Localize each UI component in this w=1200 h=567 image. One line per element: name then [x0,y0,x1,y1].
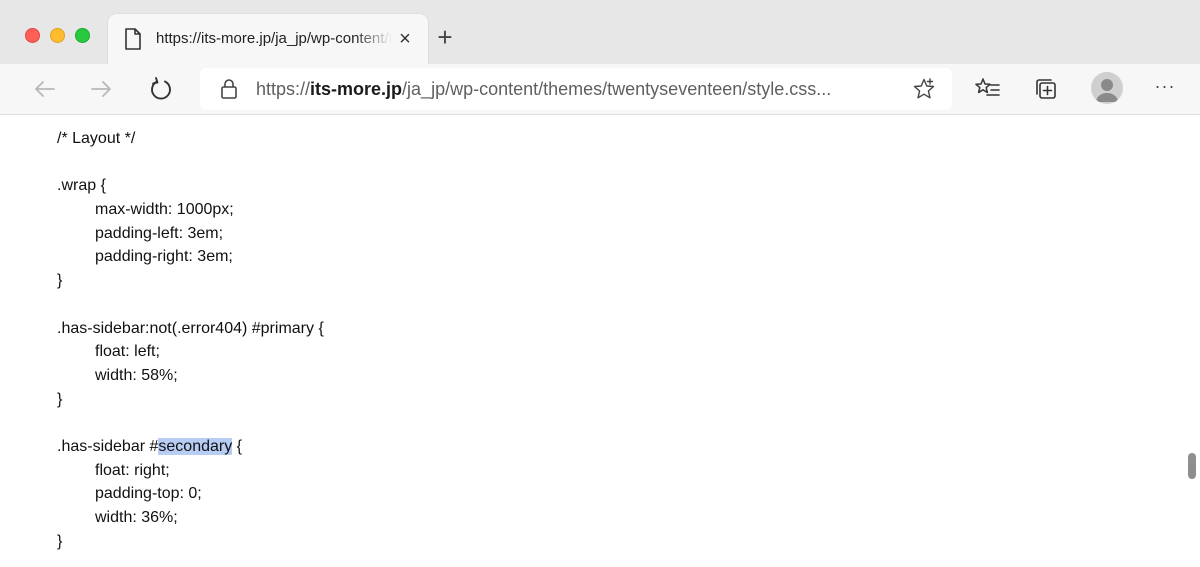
code-line: } [57,390,63,408]
code-line: padding-top: 0; [95,485,202,503]
code-line: } [57,272,63,290]
forward-arrow-icon [91,81,111,97]
tab-title: https://its-more.jp/ja_jp/wp-content/the… [156,30,392,47]
code-line: } [57,532,63,550]
code-line: float: left; [95,343,160,361]
url-domain: its-more.jp [310,79,403,99]
code-line: .has-sidebar:not(.error404) #primary { [57,319,324,337]
refresh-button[interactable] [148,76,174,102]
code-line: width: 58%; [95,366,178,384]
code-line: width: 36%; [95,509,178,526]
code-text: { [232,437,243,455]
toolbar: https://its-more.jp/ja_jp/wp-content/the… [0,64,1200,115]
url-text[interactable]: https://its-more.jp/ja_jp/wp-content/the… [256,79,896,101]
code-text: .has-sidebar # [57,437,159,455]
forward-button[interactable] [88,76,114,102]
close-window-button[interactable] [25,28,40,43]
collections-button[interactable] [1033,76,1059,102]
lock-icon[interactable] [220,78,238,100]
scrollbar-thumb[interactable] [1188,453,1196,479]
favorites-button[interactable] [975,76,1001,102]
tab-active[interactable]: https://its-more.jp/ja_jp/wp-content/the… [108,14,428,64]
favorites-list-icon [975,78,1000,96]
star-icon[interactable] [912,77,936,101]
address-bar[interactable]: https://its-more.jp/ja_jp/wp-content/the… [200,68,952,110]
close-tab-icon[interactable]: × [394,28,416,50]
url-prefix: https:// [256,79,311,99]
more-icon[interactable]: ··· [1150,76,1180,102]
minimize-window-button[interactable] [50,28,65,43]
profile-icon [1096,79,1118,102]
back-arrow-icon [35,81,55,97]
profile-avatar[interactable] [1091,72,1123,104]
code-line: padding-right: 3em; [95,248,233,266]
css-source: /* Layout */ .wrap { max-width: 1000px; … [57,127,324,553]
zoom-window-button[interactable] [75,28,90,43]
refresh-icon [151,77,171,100]
code-line: padding-left: 3em; [95,224,224,242]
collections-icon [1036,79,1056,99]
code-line: /* Layout */ [57,130,136,147]
tab-strip: https://its-more.jp/ja_jp/wp-content/the… [0,0,1200,64]
page-content: /* Layout */ .wrap { max-width: 1000px; … [0,115,1200,567]
search-highlight: secondary [158,437,233,455]
new-tab-button[interactable]: + [432,24,458,52]
url-path: /ja_jp/wp-content/themes/twentyseventeen… [402,79,832,99]
browser-window: https://its-more.jp/ja_jp/wp-content/the… [0,0,1200,567]
page-icon [124,28,142,50]
code-line-highlighted: .has-sidebar #secondary { [57,435,324,459]
code-line: .wrap { [57,177,106,195]
back-button[interactable] [32,76,58,102]
code-line: float: right; [95,461,170,479]
code-line: max-width: 1000px; [95,201,234,219]
